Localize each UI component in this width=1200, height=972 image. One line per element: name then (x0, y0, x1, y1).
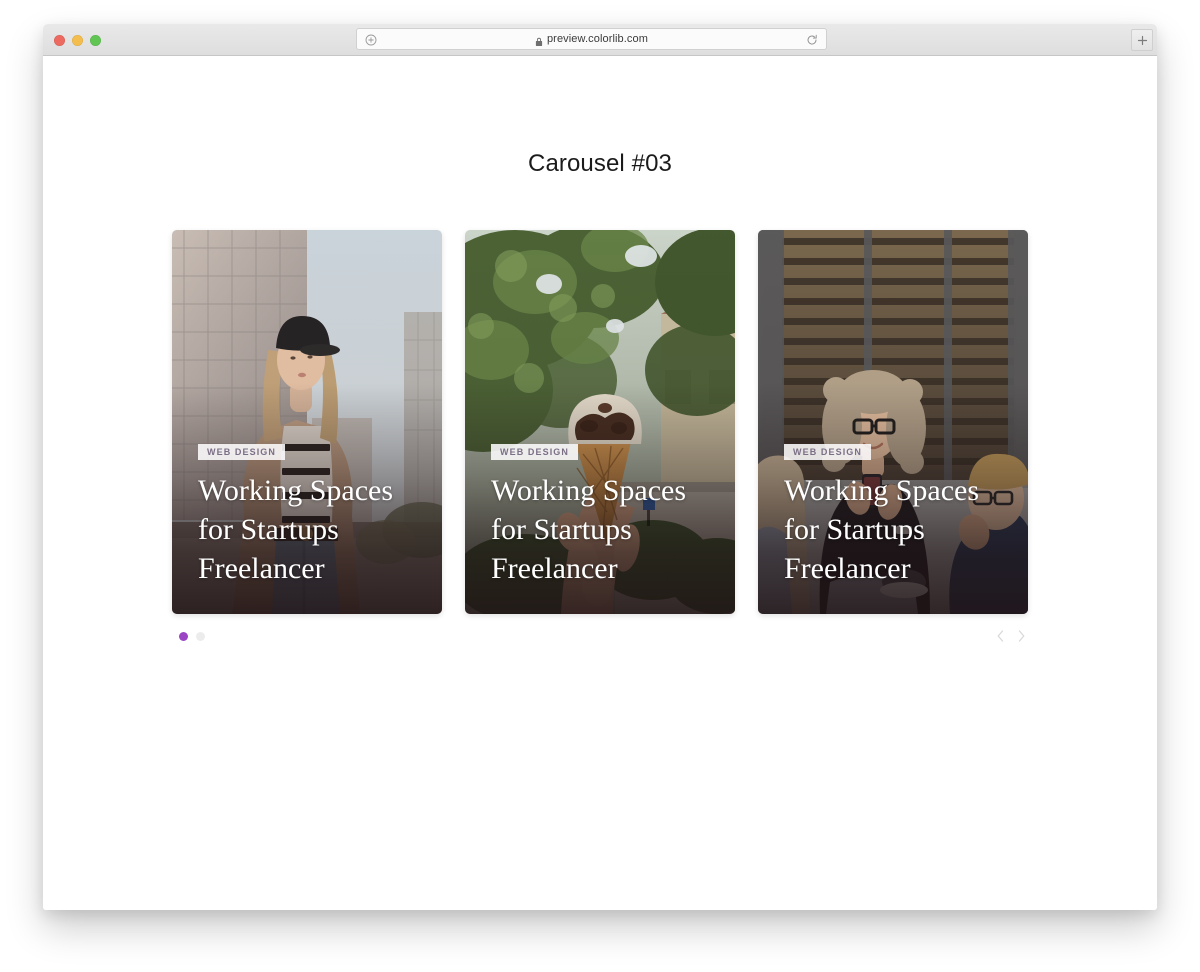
screenshot-root: preview.colorlib.com Carousel #03 (0, 0, 1200, 972)
browser-window: preview.colorlib.com Carousel #03 (43, 24, 1157, 910)
address-bar-content: preview.colorlib.com (535, 34, 648, 45)
carousel-card[interactable]: WEB DESIGN Working Spaces for Startups F… (758, 230, 1028, 614)
page-title: Carousel #03 (43, 56, 1157, 176)
card-content: WEB DESIGN Working Spaces for Startups F… (784, 442, 1008, 588)
pagination-dot-inactive[interactable] (196, 632, 205, 641)
card-category-badge[interactable]: WEB DESIGN (784, 444, 871, 460)
chevron-left-icon[interactable] (993, 628, 1007, 644)
carousel-pagination (179, 632, 205, 641)
pagination-dot-active[interactable] (179, 632, 188, 641)
lock-icon (535, 34, 543, 44)
new-tab-button[interactable] (1131, 29, 1153, 51)
carousel-track: WEB DESIGN Working Spaces for Startups F… (172, 230, 1028, 614)
address-bar[interactable]: preview.colorlib.com (356, 28, 827, 50)
card-content: WEB DESIGN Working Spaces for Startups F… (198, 442, 422, 588)
card-title[interactable]: Working Spaces for Startups Freelancer (784, 471, 1008, 588)
page-viewport: Carousel #03 (43, 56, 1157, 910)
carousel-arrows (993, 628, 1028, 644)
card-content: WEB DESIGN Working Spaces for Startups F… (491, 442, 715, 588)
carousel-card[interactable]: WEB DESIGN Working Spaces for Startups F… (172, 230, 442, 614)
minimize-window-button[interactable] (72, 35, 83, 46)
maximize-window-button[interactable] (90, 35, 101, 46)
carousel: WEB DESIGN Working Spaces for Startups F… (172, 230, 1028, 656)
chevron-right-icon[interactable] (1014, 628, 1028, 644)
carousel-controls (172, 628, 1028, 656)
window-controls (54, 35, 101, 46)
carousel-card[interactable]: WEB DESIGN Working Spaces for Startups F… (465, 230, 735, 614)
card-category-badge[interactable]: WEB DESIGN (491, 444, 578, 460)
browser-toolbar: preview.colorlib.com (43, 24, 1157, 56)
card-category-badge[interactable]: WEB DESIGN (198, 444, 285, 460)
card-title[interactable]: Working Spaces for Startups Freelancer (198, 471, 422, 588)
reload-icon[interactable] (806, 33, 818, 45)
card-title[interactable]: Working Spaces for Startups Freelancer (491, 471, 715, 588)
add-site-icon[interactable] (365, 33, 377, 45)
url-text: preview.colorlib.com (547, 34, 648, 45)
close-window-button[interactable] (54, 35, 65, 46)
